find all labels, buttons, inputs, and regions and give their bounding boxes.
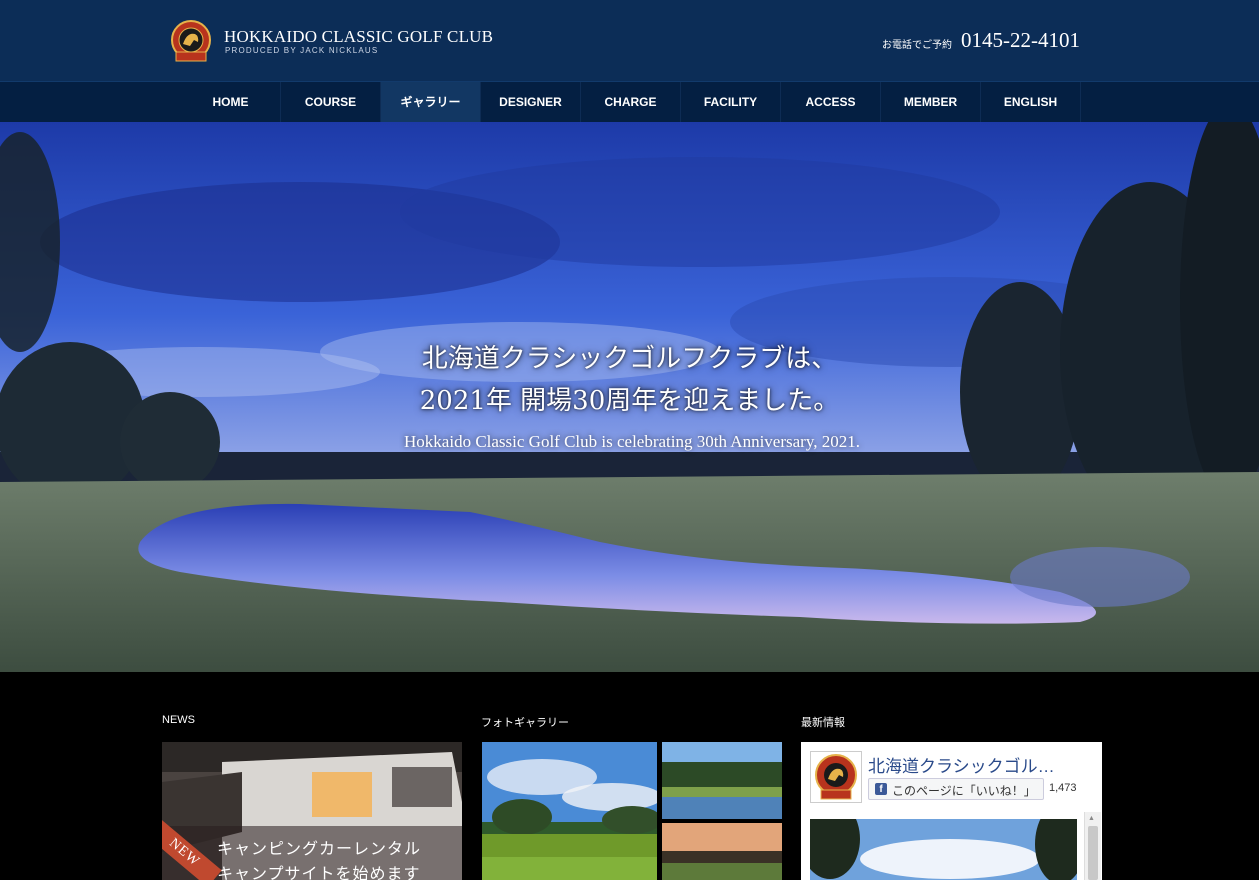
fb-scrollbar[interactable]: ▲ — [1084, 812, 1101, 880]
tel-number[interactable]: 0145-22-4101 — [961, 28, 1080, 53]
fb-page-name[interactable]: 北海道クラシックゴル… — [868, 752, 1055, 777]
hero-english-caption: Hokkaido Classic Golf Club is celebratin… — [404, 432, 860, 451]
news-heading: NEWS — [162, 714, 195, 726]
nav-item-facility[interactable]: FACILITY — [681, 82, 781, 122]
site-header: HOKKAIDO CLASSIC GOLF CLUB PRODUCED BY J… — [0, 0, 1259, 81]
gallery-photo-3[interactable] — [662, 823, 782, 880]
gallery-photo-1[interactable] — [482, 742, 657, 880]
news-card[interactable]: キャンピングカーレンタル キャンプサイトを始めます NEW — [162, 742, 462, 880]
news-caption-line1: キャンピングカーレンタル — [217, 841, 422, 858]
club-logo[interactable] — [168, 20, 214, 62]
fb-like-count: 1,473 — [1049, 782, 1077, 794]
nav-item-gallery[interactable]: ギャラリー — [381, 82, 481, 122]
fb-like-label: このページに「いいね！」 — [892, 784, 1036, 798]
gallery-photo-2[interactable] — [662, 742, 782, 819]
fb-post-image[interactable] — [810, 819, 1077, 880]
nav-item-home[interactable]: HOME — [181, 82, 281, 122]
nav-item-english[interactable]: ENGLISH — [981, 82, 1081, 122]
hero-headline-line1: 北海道クラシックゴルフクラブは、 — [421, 344, 838, 374]
tel-label: お電話でご予約 — [882, 40, 952, 51]
facebook-page-widget: 北海道クラシックゴル… f このページに「いいね！」 1,473 ▲ — [801, 742, 1102, 880]
nav-item-member[interactable]: MEMBER — [881, 82, 981, 122]
fb-like-button[interactable]: f このページに「いいね！」 — [868, 778, 1044, 800]
news-caption-line2: キャンプサイトを始めます — [217, 866, 421, 880]
nav-item-designer[interactable]: DESIGNER — [481, 82, 581, 122]
brand-title[interactable]: HOKKAIDO CLASSIC GOLF CLUB — [224, 27, 493, 47]
nav-item-course[interactable]: COURSE — [281, 82, 381, 122]
scroll-up-arrow-icon[interactable]: ▲ — [1088, 815, 1095, 822]
fb-scroll-thumb[interactable] — [1088, 826, 1098, 880]
hero-banner: 北海道クラシックゴルフクラブは、 2021年 開場30周年を迎えました。 Hok… — [0, 122, 1259, 672]
nav-item-charge[interactable]: CHARGE — [581, 82, 681, 122]
gallery-heading: フォトギャラリー — [481, 717, 569, 729]
brand-subtitle: PRODUCED BY JACK NICKLAUS — [225, 46, 379, 55]
main-nav: HOME COURSE ギャラリー DESIGNER CHARGE FACILI… — [0, 81, 1259, 122]
fb-page-logo[interactable] — [810, 751, 862, 803]
latest-heading: 最新情報 — [801, 717, 845, 729]
hero-headline-line2: 2021年 開場30周年を迎えました。 — [419, 386, 840, 416]
nav-item-access[interactable]: ACCESS — [781, 82, 881, 122]
facebook-icon: f — [875, 783, 887, 795]
